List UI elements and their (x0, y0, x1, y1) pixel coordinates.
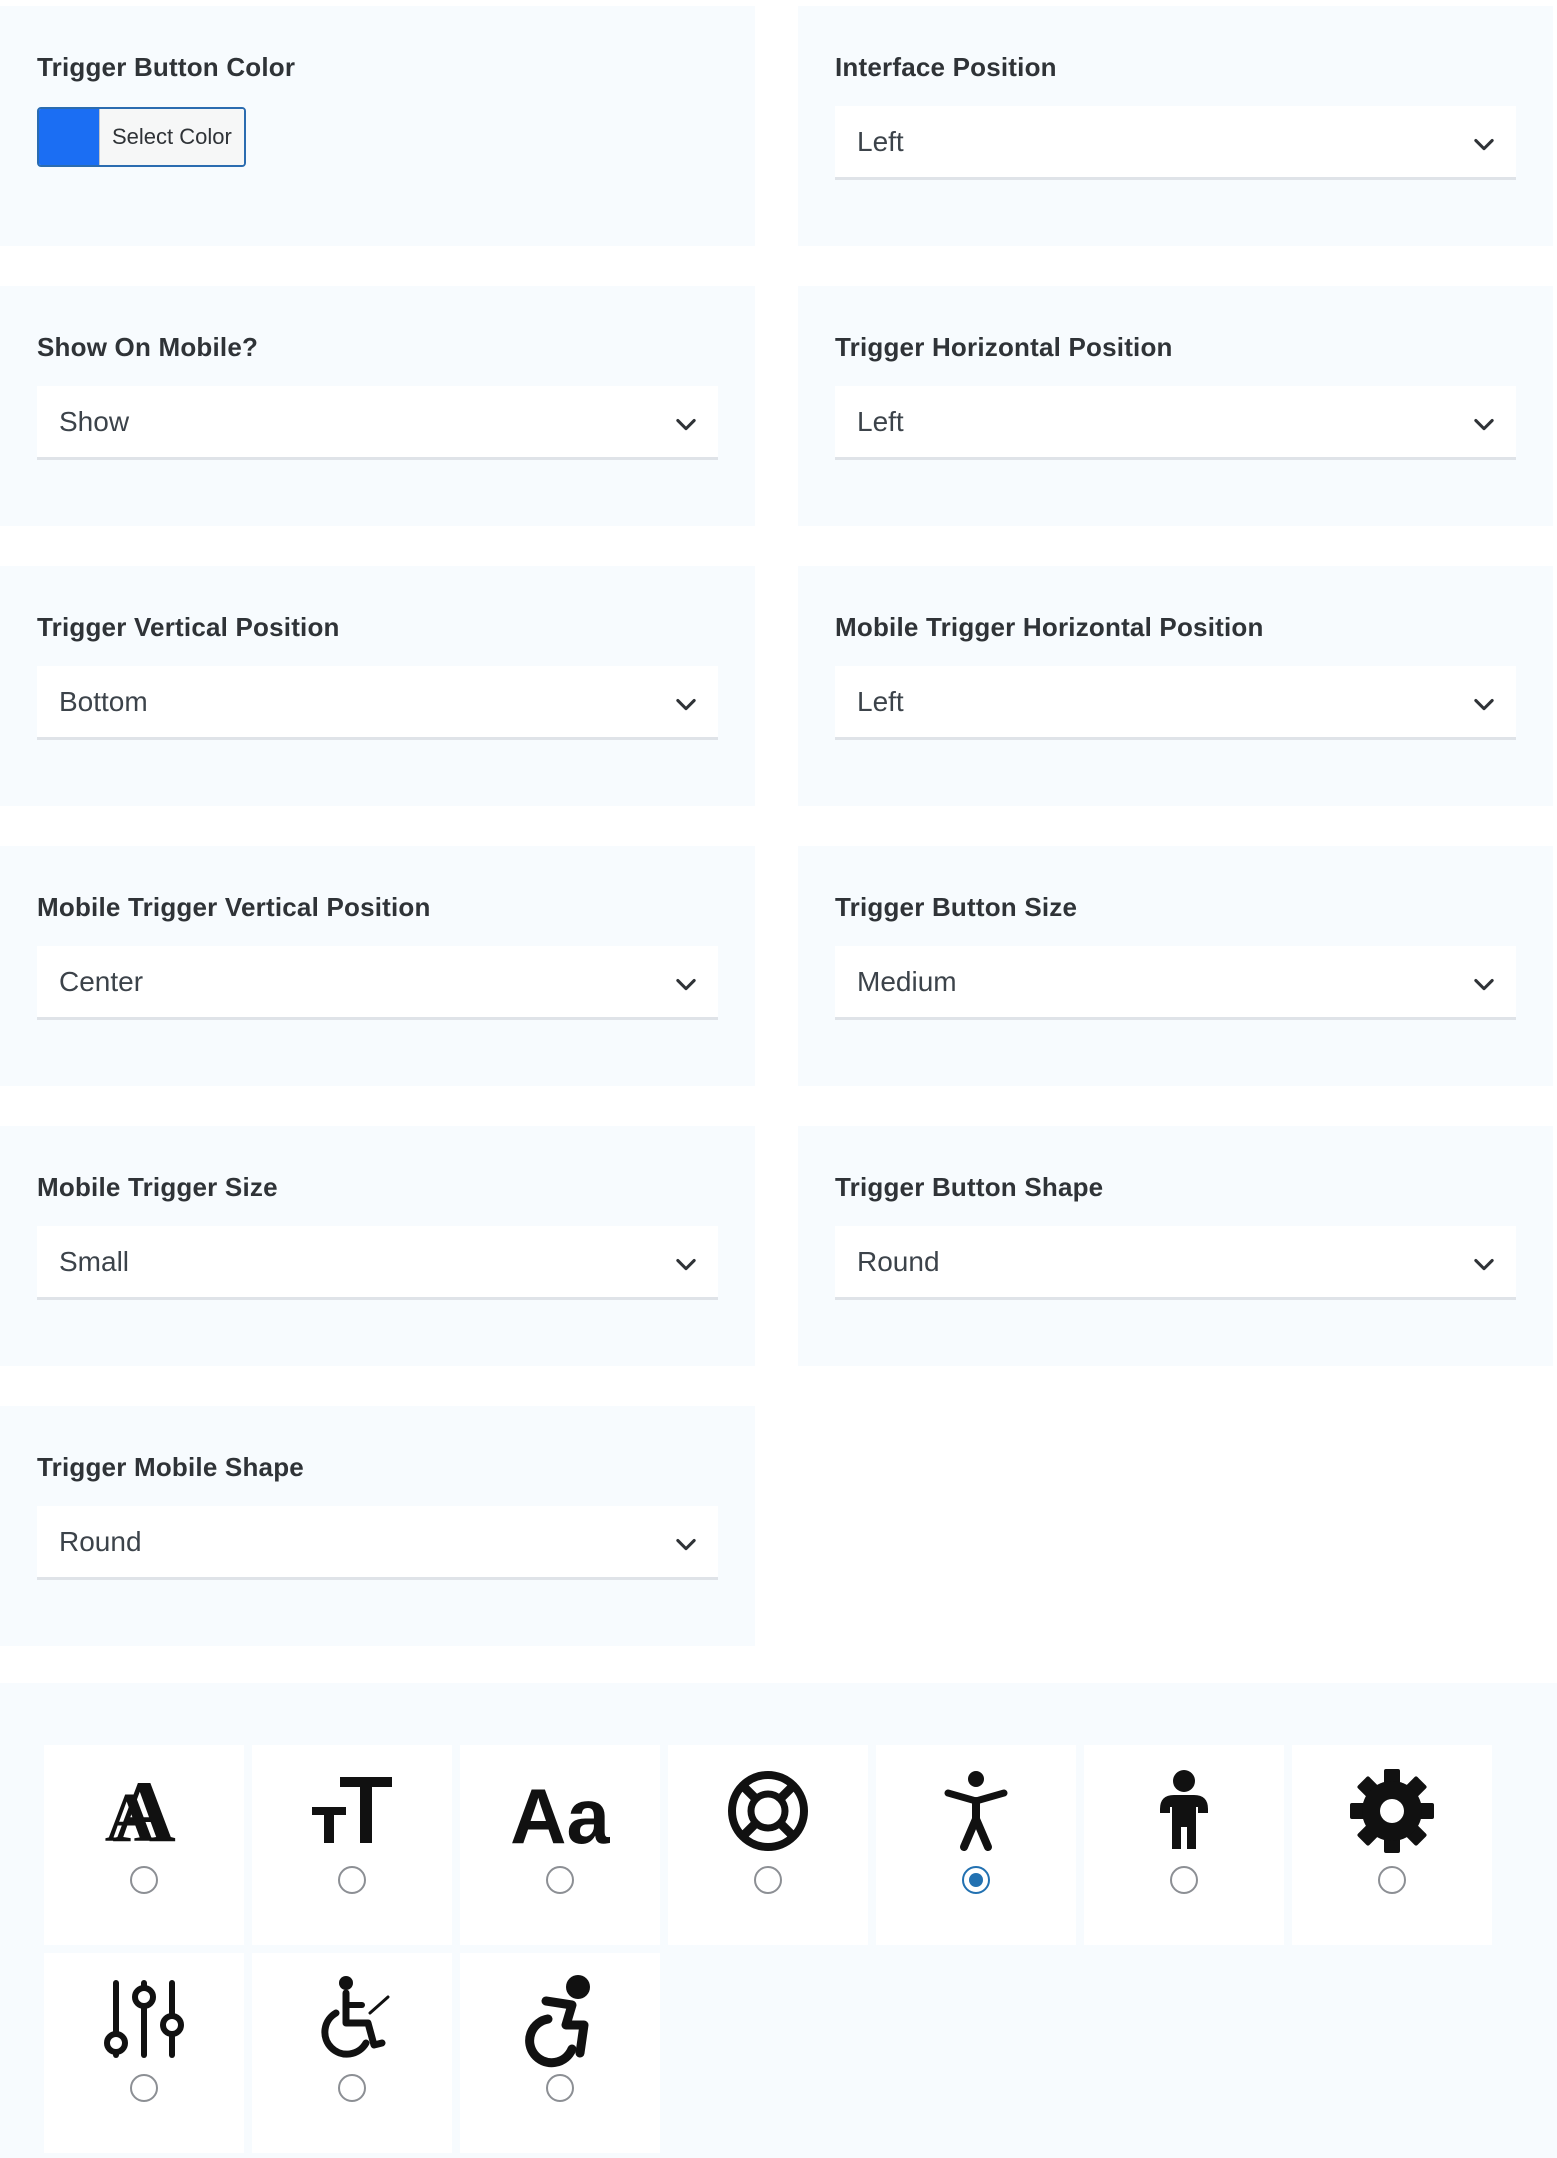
icon-option-gear[interactable] (1292, 1745, 1492, 1945)
chevron-down-icon (1474, 1258, 1494, 1271)
text-height-icon (312, 1777, 392, 1843)
icon-radio[interactable] (338, 1866, 366, 1894)
wheelchair-icon (321, 1976, 390, 2058)
field-label: Trigger Vertical Position (37, 612, 340, 642)
select-value: Round (857, 1246, 940, 1277)
select-color-label[interactable]: Select Color (99, 109, 244, 165)
select-value: Show (59, 406, 130, 437)
field-label: Mobile Trigger Vertical Position (37, 892, 431, 922)
mobile-trigger-horizontal-position-select[interactable]: Left (835, 666, 1516, 740)
icon-option-sliders[interactable] (44, 1953, 244, 2153)
icon-option-wheelchair-active[interactable] (460, 1953, 660, 2153)
mobile-trigger-vertical-position-panel: Mobile Trigger Vertical Position Center (0, 846, 755, 1086)
icon-option-life-ring[interactable] (668, 1745, 868, 1945)
chevron-down-icon (1474, 698, 1494, 711)
icon-option-font-aa[interactable]: Aa (460, 1745, 660, 1945)
mobile-trigger-horizontal-position-panel: Mobile Trigger Horizontal Position Left (798, 566, 1553, 806)
chevron-down-icon (676, 1258, 696, 1271)
chevron-down-icon (676, 1538, 696, 1551)
select-value: Bottom (59, 686, 148, 717)
font-size-aa-icon: A A (105, 1764, 176, 1861)
trigger-button-size-select[interactable]: Medium (835, 946, 1516, 1020)
select-value: Left (857, 686, 904, 717)
mobile-trigger-vertical-position-select[interactable]: Center (37, 946, 718, 1020)
chevron-down-icon (1474, 978, 1494, 991)
field-label: Trigger Horizontal Position (835, 332, 1173, 362)
icon-option-font-size-aa[interactable]: A A (44, 1745, 244, 1945)
icon-radio[interactable] (130, 2074, 158, 2102)
select-value: Left (857, 126, 904, 157)
settings-page: Trigger Button Color Select Color Interf… (0, 0, 1557, 2158)
svg-text:Aa: Aa (510, 1772, 610, 1860)
wheelchair-active-icon (525, 1975, 590, 2068)
icon-radio[interactable] (546, 2074, 574, 2102)
chevron-down-icon (1474, 418, 1494, 431)
field-label: Trigger Button Shape (835, 1172, 1104, 1202)
icon-radio[interactable] (338, 2074, 366, 2102)
icon-radio[interactable] (546, 1866, 574, 1894)
field-label: Show On Mobile? (37, 332, 259, 362)
icon-radio[interactable] (1378, 1866, 1406, 1894)
icon-option-child-person[interactable] (1084, 1745, 1284, 1945)
chevron-down-icon (676, 978, 696, 991)
interface-position-select[interactable]: Left (835, 106, 1516, 180)
trigger-mobile-shape-select[interactable]: Round (37, 1506, 718, 1580)
trigger-mobile-shape-panel: Trigger Mobile Shape Round (0, 1406, 755, 1646)
child-person-icon (1160, 1770, 1208, 1849)
chevron-down-icon (676, 698, 696, 711)
trigger-button-shape-select[interactable]: Round (835, 1226, 1516, 1300)
icon-radio-selected[interactable] (962, 1866, 990, 1894)
select-value: Round (59, 1526, 142, 1557)
field-label: Mobile Trigger Size (37, 1172, 278, 1202)
field-label: Trigger Mobile Shape (37, 1452, 304, 1482)
trigger-icon-selector: A A Aa (0, 1683, 1557, 2158)
life-ring-icon (728, 1771, 808, 1851)
trigger-button-color-panel: Trigger Button Color Select Color (0, 6, 755, 246)
icon-radio[interactable] (130, 1866, 158, 1894)
trigger-horizontal-position-select[interactable]: Left (835, 386, 1516, 460)
chevron-down-icon (1474, 138, 1494, 151)
show-on-mobile-select[interactable]: Show (37, 386, 718, 460)
select-color-button[interactable]: Select Color (37, 107, 246, 167)
svg-text:A: A (105, 1780, 156, 1857)
show-on-mobile-panel: Show On Mobile? Show (0, 286, 755, 526)
chevron-down-icon (676, 418, 696, 431)
icon-option-text-height[interactable] (252, 1745, 452, 1945)
universal-access-person-icon (944, 1771, 1008, 1851)
sliders-icon (104, 1980, 184, 2058)
field-label: Trigger Button Color (37, 52, 296, 82)
mobile-trigger-size-select[interactable]: Small (37, 1226, 718, 1300)
interface-position-panel: Interface Position Left (798, 6, 1553, 246)
select-value: Medium (857, 966, 957, 997)
field-label: Trigger Button Size (835, 892, 1078, 922)
field-label: Interface Position (835, 52, 1057, 82)
icon-option-universal-access[interactable] (876, 1745, 1076, 1945)
icon-option-wheelchair[interactable] (252, 1953, 452, 2153)
icon-radio[interactable] (754, 1866, 782, 1894)
icon-radio[interactable] (1170, 1866, 1198, 1894)
font-aa-icon: Aa (510, 1772, 610, 1860)
gear-icon (1350, 1769, 1434, 1853)
select-value: Center (59, 966, 144, 997)
trigger-button-size-panel: Trigger Button Size Medium (798, 846, 1553, 1086)
mobile-trigger-size-panel: Mobile Trigger Size Small (0, 1126, 755, 1366)
trigger-vertical-position-select[interactable]: Bottom (37, 666, 718, 740)
select-value: Small (59, 1246, 130, 1277)
trigger-vertical-position-panel: Trigger Vertical Position Bottom (0, 566, 755, 806)
select-value: Left (857, 406, 904, 437)
field-label: Mobile Trigger Horizontal Position (835, 612, 1264, 642)
trigger-horizontal-position-panel: Trigger Horizontal Position Left (798, 286, 1553, 526)
color-swatch[interactable] (39, 109, 99, 165)
trigger-button-shape-panel: Trigger Button Shape Round (798, 1126, 1553, 1366)
